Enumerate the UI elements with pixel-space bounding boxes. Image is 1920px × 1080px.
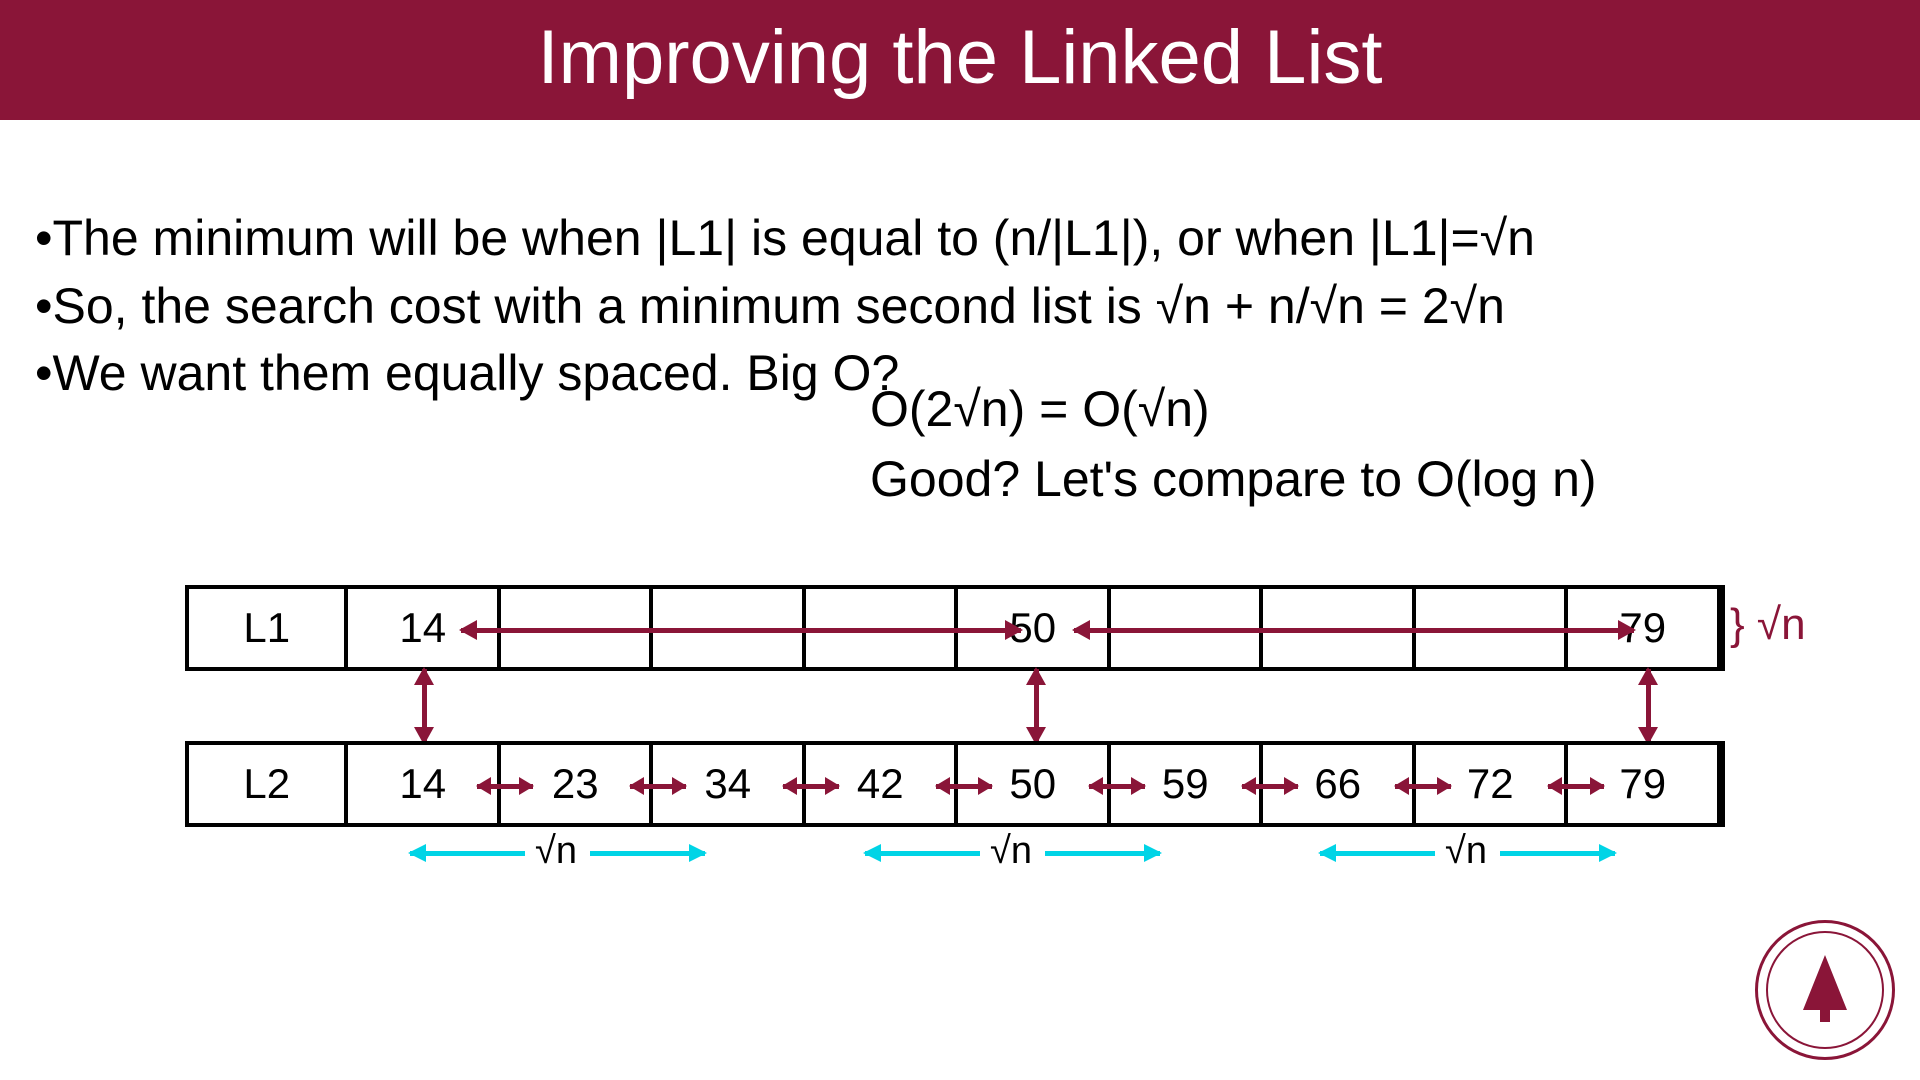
cyan-arrow-3l <box>1320 851 1435 856</box>
l2-label: L2 <box>189 745 348 823</box>
cyan-arrow-1r <box>590 851 705 856</box>
l2-arrow-4 <box>1089 784 1145 789</box>
l2-arrow-0 <box>477 784 533 789</box>
sqrtn-1: √n <box>535 830 577 873</box>
slide-title: Improving the Linked List <box>0 0 1920 120</box>
l2-arrow-7 <box>1548 784 1604 789</box>
bullet-3: •We want them equally spaced. Big O? <box>35 340 1535 408</box>
l2-arrow-1 <box>630 784 686 789</box>
big-o-equation: O(2√n) = O(√n) <box>870 380 1210 438</box>
sqrtn-2: √n <box>990 830 1032 873</box>
tree-icon <box>1803 955 1847 1010</box>
list-l2: L2 14 23 34 42 50 59 66 72 79 <box>185 741 1725 827</box>
bullet-2: •So, the search cost with a minimum seco… <box>35 273 1535 341</box>
l1-label: L1 <box>189 589 348 667</box>
bullet-1: •The minimum will be when |L1| is equal … <box>35 205 1535 273</box>
linked-list-diagram: L1 14 50 79 L2 14 23 34 42 50 59 66 72 7… <box>185 585 1725 877</box>
list-l1: L1 14 50 79 <box>185 585 1725 671</box>
l2-arrow-6 <box>1395 784 1451 789</box>
vconn-14 <box>422 669 427 743</box>
l1-arrow-14-50 <box>461 628 1021 633</box>
vconn-50 <box>1034 669 1039 743</box>
cyan-arrow-1l <box>410 851 525 856</box>
row-gap <box>185 671 1725 741</box>
l2-arrow-5 <box>1242 784 1298 789</box>
brace-sqrtn: } √n <box>1730 600 1806 650</box>
bullet-list: •The minimum will be when |L1| is equal … <box>35 205 1535 408</box>
cyan-arrow-3r <box>1500 851 1615 856</box>
vconn-79 <box>1646 669 1651 743</box>
cyan-arrow-2l <box>865 851 980 856</box>
l2-arrow-2 <box>783 784 839 789</box>
comparison-text: Good? Let's compare to O(log n) <box>870 450 1597 508</box>
l2-arrow-3 <box>936 784 992 789</box>
stanford-logo <box>1755 920 1895 1060</box>
sqrtn-3: √n <box>1445 830 1487 873</box>
cyan-arrow-2r <box>1045 851 1160 856</box>
l1-arrow-50-79 <box>1074 628 1634 633</box>
